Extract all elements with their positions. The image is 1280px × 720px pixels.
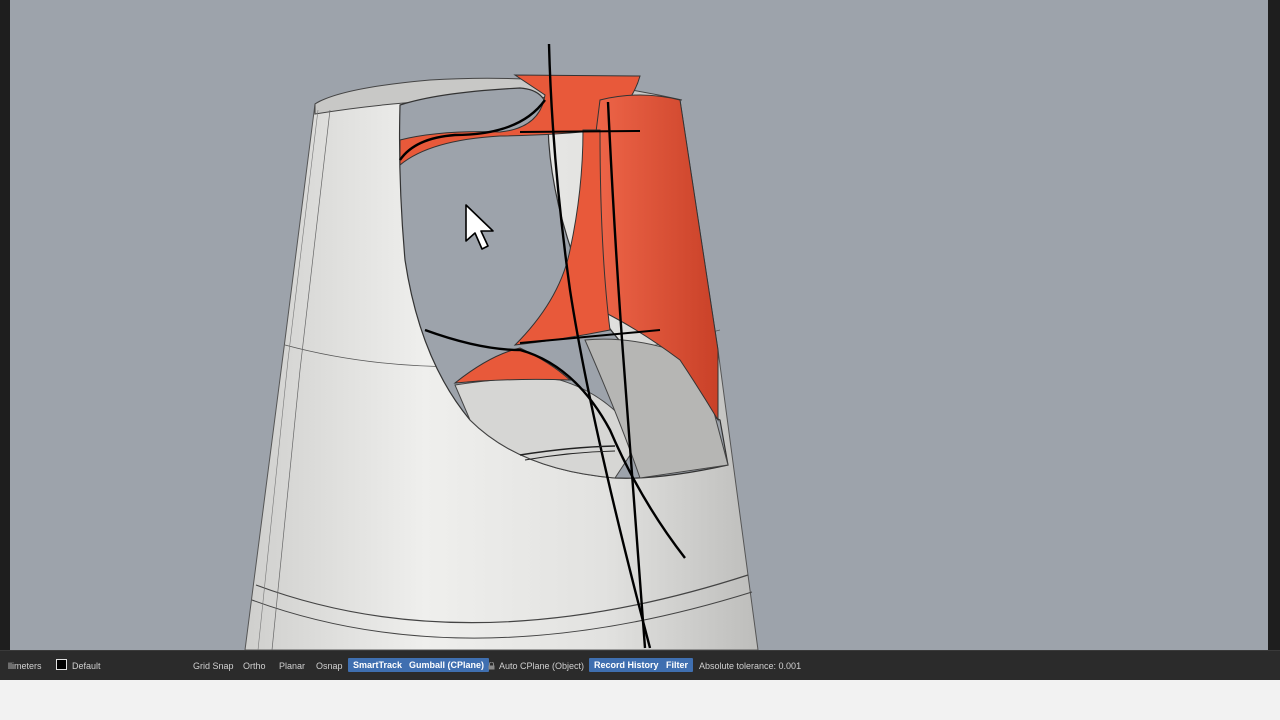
status-bar: llimeters Default Grid Snap Ortho Planar… <box>0 650 1280 680</box>
auto-cplane-label: Auto CPlane (Object) <box>499 661 585 671</box>
osnap-toggle[interactable]: Osnap <box>316 659 343 673</box>
ortho-toggle[interactable]: Ortho <box>243 659 266 673</box>
perspective-viewport[interactable] <box>10 0 1268 650</box>
gumball-toggle[interactable]: Gumball (CPlane) <box>404 658 490 672</box>
record-history-toggle[interactable]: Record History <box>589 658 664 672</box>
left-panel-edge <box>0 0 10 650</box>
right-panel-edge <box>1268 0 1280 650</box>
planar-toggle[interactable]: Planar <box>279 659 305 673</box>
lock-icon <box>488 662 495 670</box>
grid-snap-toggle[interactable]: Grid Snap <box>193 659 234 673</box>
smarttrack-toggle[interactable]: SmartTrack <box>348 658 408 672</box>
absolute-tolerance: Absolute tolerance: 0.001 <box>699 661 802 671</box>
auto-cplane-toggle[interactable]: Auto CPlane (Object) <box>488 659 584 673</box>
layer-name: Default <box>72 661 101 671</box>
layer-color-swatch <box>56 659 67 670</box>
filter-toggle[interactable]: Filter <box>661 658 694 672</box>
layer-pane[interactable]: Default <box>56 659 101 673</box>
construction-line-top[interactable] <box>519 130 641 133</box>
viewport-scene <box>244 43 759 650</box>
bottom-bar <box>0 680 1280 720</box>
units-label[interactable]: llimeters <box>8 659 42 673</box>
